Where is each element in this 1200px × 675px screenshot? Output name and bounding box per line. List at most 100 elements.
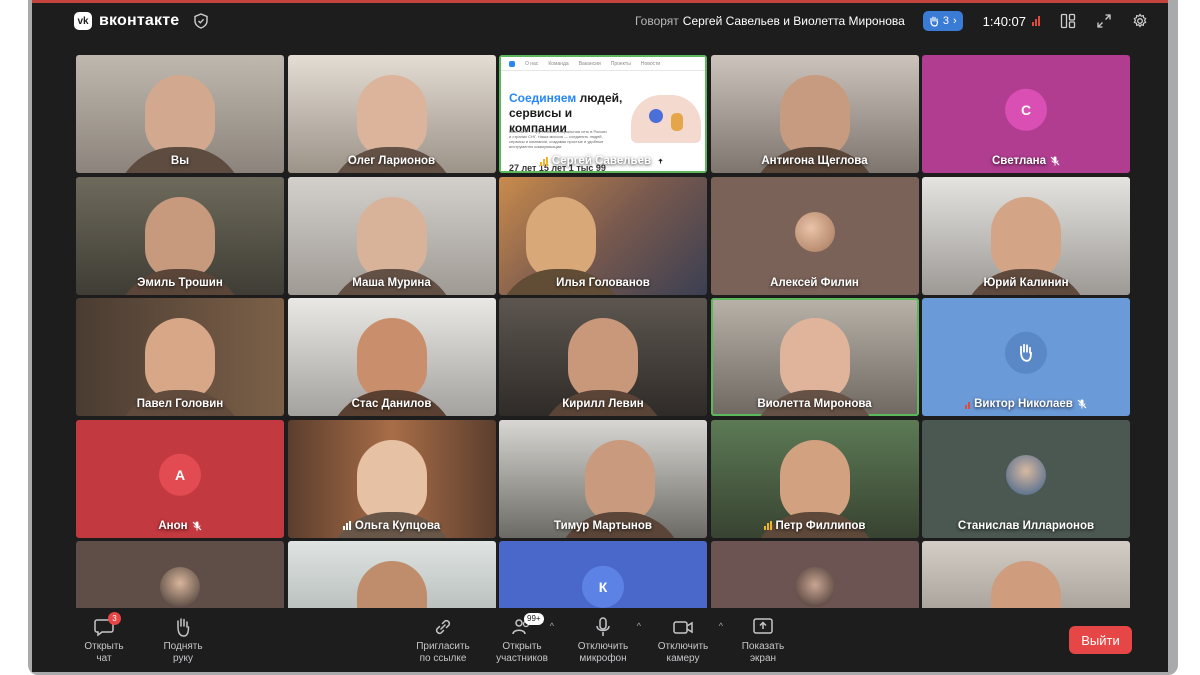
participant-name: Светлана	[992, 155, 1046, 167]
microphone-icon	[596, 617, 610, 636]
invite-link-label: Пригласить по ссылке	[416, 641, 470, 664]
participant-label: Тимур Мартынов	[499, 520, 707, 532]
participant-tile[interactable]: Петр Филлипов	[710, 419, 919, 538]
participant-tile[interactable]: Виолетта Миронова	[710, 298, 919, 416]
participant-tile[interactable]	[76, 541, 284, 608]
participant-tile[interactable]: Тимур Мартынов	[499, 419, 707, 538]
settings-gear-icon[interactable]	[1132, 13, 1148, 29]
avatar	[1006, 454, 1046, 495]
open-chat-label: Открыть чат	[84, 641, 124, 664]
participant-label: Павел Головин	[76, 398, 284, 410]
brand: vk вконтакте	[74, 12, 179, 30]
participant-label: Кирилл Левин	[499, 398, 707, 410]
participant-tile[interactable]: Вы	[76, 55, 284, 173]
participant-tile[interactable]: К	[499, 541, 707, 608]
participant-name: Петр Филлипов	[775, 519, 866, 532]
participant-label: Илья Голованов	[499, 277, 707, 289]
participant-name: Ольга Купцова	[354, 519, 441, 532]
participant-name: Вы	[170, 155, 190, 167]
participant-video	[584, 439, 655, 522]
mute-mic-button[interactable]: ^ Отключить микрофон	[567, 616, 641, 665]
chevron-up-icon[interactable]: ^	[550, 620, 554, 632]
layout-grid-icon[interactable]	[1060, 13, 1076, 29]
control-bar: 3 Открыть чат Поднять руку Пригласить по…	[58, 608, 1148, 672]
participant-name: Эмиль Трошин	[137, 276, 223, 289]
top-bar: vk вконтакте Говорят Сергей Савельев и В…	[40, 5, 1148, 37]
participant-name: Илья Голованов	[556, 276, 650, 289]
participant-tile-screen-share[interactable]: О нас Команда Вакансии Проекты Новости С…	[499, 55, 707, 173]
camera-off-button[interactable]: ^ Отключить камеру	[647, 616, 723, 665]
invite-link-button[interactable]: Пригласить по ссылке	[407, 616, 479, 665]
participant-tile[interactable]: Алексей Филин	[710, 176, 919, 295]
participant-tile[interactable]: А Анон	[76, 419, 284, 538]
chevron-right-icon: ›	[952, 15, 957, 27]
participant-name: Анон	[158, 519, 188, 532]
mic-off-icon	[192, 521, 202, 530]
participant-name: Алексей Филин	[770, 276, 859, 289]
participant-tile[interactable]: Кирилл Левин	[499, 298, 707, 416]
participant-tile[interactable]: Виктор Николаев	[922, 298, 1130, 416]
participants-button[interactable]: 99+ ^ Открыть участников	[486, 613, 558, 665]
call-timer: 1:40:07	[982, 13, 1026, 29]
speaking-indicator: Говорят Сергей Савельев и Виолетта Мирон…	[635, 14, 905, 28]
chevron-up-icon[interactable]: ^	[719, 620, 723, 632]
participant-tile[interactable]: Маша Мурина	[287, 176, 496, 295]
raised-hands-count: 3	[942, 15, 949, 27]
participant-tile[interactable]: Юрий Калинин	[922, 176, 1130, 295]
participant-tile[interactable]: Станислав Илларионов	[922, 419, 1130, 538]
participant-tile[interactable]: Эмиль Трошин	[76, 176, 284, 295]
raise-hand-label: Поднять руку	[163, 641, 203, 664]
participant-tile[interactable]	[710, 541, 919, 608]
chevron-up-icon[interactable]: ^	[637, 620, 641, 632]
participant-video	[779, 439, 850, 522]
share-screen-button[interactable]: Показать экран	[727, 616, 799, 665]
participant-tile[interactable]: Ольга Купцова	[287, 419, 496, 538]
participant-label: Петр Филлипов	[711, 520, 919, 532]
shared-nav-item: О нас	[525, 60, 539, 67]
fullscreen-icon[interactable]	[1096, 13, 1112, 29]
participant-tile[interactable]: Стас Данилов	[287, 298, 496, 416]
shield-icon[interactable]	[193, 13, 209, 29]
raised-hands-button[interactable]: 3 ›	[922, 11, 963, 31]
participants-grid: Вы Олег Ларионов О нас Команда Вакансии …	[76, 55, 1130, 608]
participant-label: Вы	[76, 155, 284, 167]
raised-hand-avatar	[1005, 331, 1047, 374]
speaking-bars-icon	[763, 521, 772, 530]
participant-tile[interactable]	[287, 541, 496, 608]
participant-label: Виктор Николаев	[922, 398, 1130, 410]
participant-tile[interactable]: Павел Головин	[76, 298, 284, 416]
participant-tile[interactable]: Илья Голованов	[499, 176, 707, 295]
connection-signal-icon	[1032, 16, 1040, 26]
participant-label: Виолетта Миронова	[711, 398, 919, 410]
leave-call-button[interactable]: Выйти	[1069, 626, 1132, 654]
avatar	[794, 211, 835, 252]
raise-hand-button[interactable]: Поднять руку	[147, 616, 219, 665]
participant-name: Юрий Калинин	[983, 276, 1069, 289]
shared-nav-item: Команда	[548, 60, 569, 67]
speaking-prefix: Говорят	[634, 14, 679, 28]
participant-tile[interactable]: С Светлана	[922, 55, 1130, 173]
avatar	[794, 567, 835, 607]
vk-logo: vk	[74, 12, 92, 30]
participant-video	[145, 196, 215, 279]
chat-unread-badge: 3	[108, 612, 121, 625]
participants-label: Открыть участников	[496, 641, 548, 664]
vk-logo-icon	[509, 60, 515, 67]
mute-mic-label: Отключить микрофон	[577, 641, 629, 664]
speaking-bars-icon	[342, 521, 351, 530]
participant-label: Олег Ларионов	[288, 155, 496, 167]
participant-label: Светлана	[922, 155, 1130, 167]
participant-label: Сергей Савельев	[499, 155, 707, 167]
participant-tile[interactable]	[922, 541, 1130, 608]
participant-name: Стас Данилов	[351, 398, 432, 410]
avatar: А	[159, 453, 201, 496]
participant-tile[interactable]: Антигона Щеглова	[710, 55, 919, 173]
participant-label: Маша Мурина	[288, 277, 496, 289]
participant-video	[356, 75, 427, 157]
participant-tile[interactable]: Олег Ларионов	[287, 55, 496, 173]
mic-off-icon	[1077, 399, 1087, 409]
link-icon	[435, 619, 451, 635]
participant-video	[991, 196, 1061, 279]
participant-label: Ольга Купцова	[288, 520, 496, 532]
open-chat-button[interactable]: 3 Открыть чат	[68, 612, 140, 665]
